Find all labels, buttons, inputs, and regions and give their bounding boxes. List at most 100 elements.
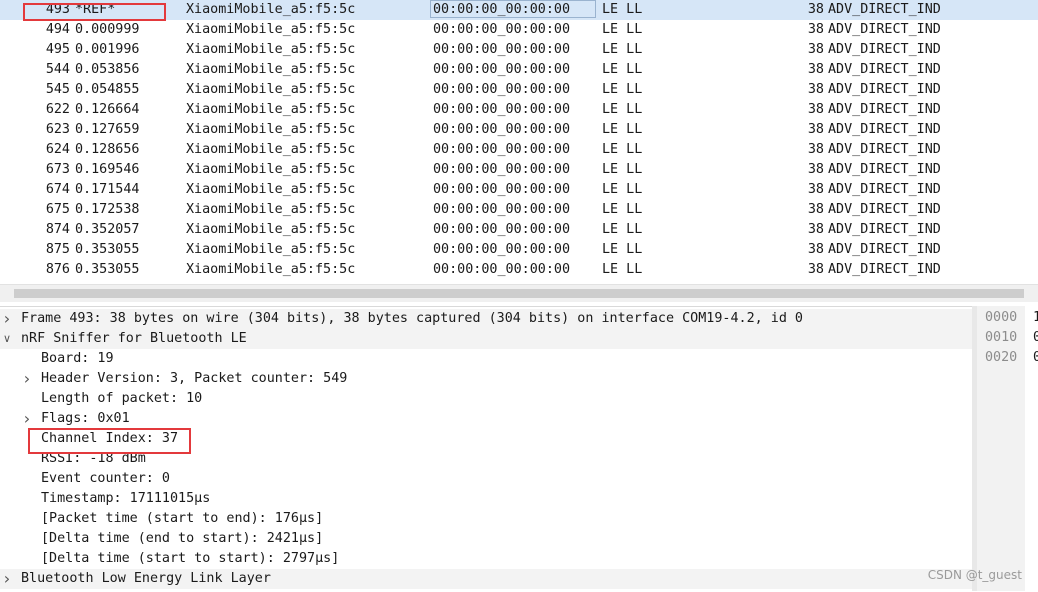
packet-details-tree: › Frame 493: 38 bytes on wire (304 bits),…	[0, 306, 972, 592]
packet-protocol: LE LL	[602, 242, 643, 257]
packet-row[interactable]: 623 0.127659 XiaomiMobile_a5:f5:5c 00:00:00…	[0, 120, 1038, 140]
detail-item-label: Length of packet: 10	[41, 391, 203, 406]
packet-destination: 00:00:00_00:00:00	[433, 222, 571, 237]
packet-info: ADV_DIRECT_IND	[828, 102, 941, 117]
chevron-right-icon[interactable]: ›	[22, 369, 32, 389]
packet-length: 38	[807, 242, 824, 257]
hex-offset: 0020	[985, 350, 1018, 365]
detail-item-label: nRF Sniffer for Bluetooth LE	[21, 331, 247, 346]
detail-tree-item[interactable]: Event counter: 0	[0, 469, 972, 489]
red-highlight-box-ref	[23, 3, 166, 21]
packet-protocol: LE LL	[602, 122, 643, 137]
hex-offset: 0000	[985, 310, 1018, 325]
detail-tree-item[interactable]: [Delta time (start to start): 2797µs]	[0, 549, 972, 569]
scrollbar-thumb[interactable]	[14, 289, 1024, 298]
packet-row[interactable]: 674 0.171544 XiaomiMobile_a5:f5:5c 00:00:00…	[0, 180, 1038, 200]
packet-row[interactable]: 673 0.169546 XiaomiMobile_a5:f5:5c 00:00:00…	[0, 160, 1038, 180]
hex-bytes: 0	[1033, 350, 1038, 365]
packet-info: ADV_DIRECT_IND	[828, 62, 941, 77]
packet-source: XiaomiMobile_a5:f5:5c	[186, 22, 356, 37]
packet-protocol: LE LL	[602, 222, 643, 237]
packet-number: 494	[45, 22, 70, 37]
chevron-right-icon[interactable]: ›	[22, 409, 32, 429]
detail-item-label: Frame 493: 38 bytes on wire (304 bits), …	[21, 311, 803, 326]
packet-protocol: LE LL	[602, 142, 643, 157]
packet-time: 0.001996	[75, 42, 140, 57]
detail-tree-item[interactable]: [Delta time (end to start): 2421µs]	[0, 529, 972, 549]
hex-bytes: 1	[1033, 310, 1038, 325]
packet-source: XiaomiMobile_a5:f5:5c	[186, 82, 356, 97]
packet-time: 0.171544	[75, 182, 140, 197]
packet-info: ADV_DIRECT_IND	[828, 202, 941, 217]
packet-row[interactable]: 544 0.053856 XiaomiMobile_a5:f5:5c 00:00:00…	[0, 60, 1038, 80]
packet-destination: 00:00:00_00:00:00	[433, 2, 571, 17]
red-highlight-box-channel-index	[28, 428, 191, 454]
packet-destination: 00:00:00_00:00:00	[433, 242, 571, 257]
packet-info: ADV_DIRECT_IND	[828, 162, 941, 177]
detail-item-label: [Delta time (end to start): 2421µs]	[41, 531, 324, 546]
packet-row[interactable]: 624 0.128656 XiaomiMobile_a5:f5:5c 00:00:00…	[0, 140, 1038, 160]
packet-info: ADV_DIRECT_IND	[828, 22, 941, 37]
detail-tree-item[interactable]: › Flags: 0x01	[0, 409, 972, 429]
packet-time: 0.128656	[75, 142, 140, 157]
packet-time: 0.172538	[75, 202, 140, 217]
detail-tree-item[interactable]: Timestamp: 17111015µs	[0, 489, 972, 509]
packet-row[interactable]: 622 0.126664 XiaomiMobile_a5:f5:5c 00:00:00…	[0, 100, 1038, 120]
packet-source: XiaomiMobile_a5:f5:5c	[186, 242, 356, 257]
packet-destination: 00:00:00_00:00:00	[433, 22, 571, 37]
packet-destination: 00:00:00_00:00:00	[433, 162, 571, 177]
packet-number: 875	[45, 242, 70, 257]
detail-tree-item[interactable]: ∨ nRF Sniffer for Bluetooth LE	[0, 329, 972, 349]
detail-tree-item[interactable]: › Frame 493: 38 bytes on wire (304 bits),…	[0, 309, 972, 329]
packet-length: 38	[807, 82, 824, 97]
packet-row[interactable]: 675 0.172538 XiaomiMobile_a5:f5:5c 00:00:00…	[0, 200, 1038, 220]
hex-row[interactable]: 0010 0	[977, 328, 1038, 348]
packet-number: 624	[45, 142, 70, 157]
packet-length: 38	[807, 202, 824, 217]
packet-time: 0.053856	[75, 62, 140, 77]
detail-tree-item[interactable]: Board: 19	[0, 349, 972, 369]
packet-row[interactable]: 876 0.353055 XiaomiMobile_a5:f5:5c 00:00:00…	[0, 260, 1038, 280]
packet-number: 495	[45, 42, 70, 57]
packet-row[interactable]: 494 0.000999 XiaomiMobile_a5:f5:5c 00:00:00…	[0, 20, 1038, 40]
packet-number: 673	[45, 162, 70, 177]
packet-list: 493 *REF* XiaomiMobile_a5:f5:5c 00:00:00_00…	[0, 0, 1038, 284]
packet-time: 0.054855	[75, 82, 140, 97]
hex-offset: 0010	[985, 330, 1018, 345]
detail-item-label: Bluetooth Low Energy Link Layer	[21, 571, 271, 586]
packet-source: XiaomiMobile_a5:f5:5c	[186, 102, 356, 117]
chevron-right-icon[interactable]: ›	[2, 309, 12, 329]
packet-info: ADV_DIRECT_IND	[828, 2, 941, 17]
hex-row[interactable]: 0000 1	[977, 308, 1038, 328]
packet-row[interactable]: 874 0.352057 XiaomiMobile_a5:f5:5c 00:00:00…	[0, 220, 1038, 240]
packet-row[interactable]: 875 0.353055 XiaomiMobile_a5:f5:5c 00:00:00…	[0, 240, 1038, 260]
detail-tree-item[interactable]: › Bluetooth Low Energy Link Layer	[0, 569, 972, 589]
packet-number: 874	[45, 222, 70, 237]
hex-row[interactable]: 0020 0	[977, 348, 1038, 368]
detail-tree-item[interactable]: Length of packet: 10	[0, 389, 972, 409]
packet-list-horizontal-scrollbar[interactable]	[0, 284, 1038, 302]
packet-source: XiaomiMobile_a5:f5:5c	[186, 202, 356, 217]
packet-time: 0.126664	[75, 102, 140, 117]
chevron-right-icon[interactable]: ›	[2, 569, 12, 589]
packet-destination: 00:00:00_00:00:00	[433, 62, 571, 77]
packet-time: 0.352057	[75, 222, 140, 237]
packet-bytes-pane: 0000 1 0010 0 0020 0	[977, 306, 1038, 591]
packet-source: XiaomiMobile_a5:f5:5c	[186, 262, 356, 277]
detail-tree-item[interactable]: › Header Version: 3, Packet counter: 549	[0, 369, 972, 389]
packet-source: XiaomiMobile_a5:f5:5c	[186, 222, 356, 237]
packet-source: XiaomiMobile_a5:f5:5c	[186, 62, 356, 77]
chevron-down-icon[interactable]: ∨	[2, 329, 12, 349]
packet-length: 38	[807, 222, 824, 237]
packet-row[interactable]: 545 0.054855 XiaomiMobile_a5:f5:5c 00:00:00…	[0, 80, 1038, 100]
packet-time: 0.353055	[75, 242, 140, 257]
packet-protocol: LE LL	[602, 2, 643, 17]
packet-destination: 00:00:00_00:00:00	[433, 82, 571, 97]
detail-item-label: [Delta time (start to start): 2797µs]	[41, 551, 340, 566]
detail-tree-item[interactable]: [Packet time (start to end): 176µs]	[0, 509, 972, 529]
packet-info: ADV_DIRECT_IND	[828, 122, 941, 137]
detail-item-label: Flags: 0x01	[41, 411, 130, 426]
packet-length: 38	[807, 182, 824, 197]
packet-time: 0.169546	[75, 162, 140, 177]
packet-row[interactable]: 495 0.001996 XiaomiMobile_a5:f5:5c 00:00:00…	[0, 40, 1038, 60]
